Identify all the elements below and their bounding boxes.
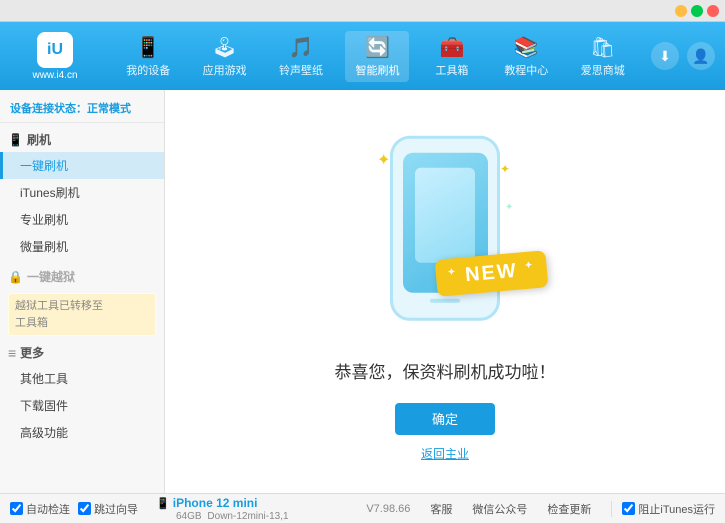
apps-games-icon: 🕹 [212,35,237,60]
jailbreak-lock-icon: 🔒 [8,270,23,284]
device-info: 📱 iPhone 12 mini 64GB Down-12mini-13,1 [156,496,289,522]
service-link[interactable]: 客服 [430,501,452,517]
nav-toolbox[interactable]: 🧰 工具箱 [422,31,482,82]
nav-tutorials[interactable]: 📚 教程中心 [494,31,558,82]
nav-apps-games[interactable]: 🕹 应用游戏 [193,31,257,82]
nav-apps-games-label: 应用游戏 [203,62,247,78]
skip-wizard-input[interactable] [78,502,91,515]
device-storage: 64GB [176,511,202,522]
close-button[interactable] [707,5,719,17]
smart-flash-icon: 🔄 [365,35,390,60]
sidebar-item-advanced[interactable]: 高级功能 [0,419,164,446]
nav-ringtones-label: 铃声壁纸 [279,62,323,78]
update-link[interactable]: 检查更新 [547,501,591,517]
skip-wizard-label: 跳过向导 [94,501,138,517]
nav-my-device[interactable]: 📱 我的设备 [116,31,180,82]
new-badge-star-left: ✦ [447,266,457,277]
nav-tutorials-label: 教程中心 [504,62,548,78]
nav-my-device-label: 我的设备 [126,62,170,78]
device-status: 设备连接状态：正常模式 [0,94,164,123]
status-value: 正常模式 [87,103,131,115]
sidebar-section-jailbreak: 🔒 一键越狱 [0,264,164,289]
sidebar-section-more: ≡ 更多 [0,340,164,365]
flash-section-title: 刷机 [27,131,51,148]
sidebar-item-micro-flash[interactable]: 微量刷机 [0,233,164,260]
illustration: ✦ ✦ ✦ ✦ NEW ✦ [335,122,555,342]
sidebar-item-pro-flash[interactable]: 专业刷机 [0,206,164,233]
status-prefix: 设备连接状态： [10,103,87,115]
mall-icon: 🛍 [590,35,615,60]
maximize-button[interactable] [691,5,703,17]
logo-area: iU www.i4.cn [10,32,100,81]
nav-mall-label: 爱思商城 [581,62,625,78]
nav-ringtones[interactable]: 🎵 铃声壁纸 [269,31,333,82]
device-name: iPhone 12 mini [173,496,258,510]
nav-toolbox-label: 工具箱 [435,62,468,78]
toolbox-icon: 🧰 [439,35,464,60]
sidebar-item-download-firmware[interactable]: 下载固件 [0,392,164,419]
nav-smart-flash-label: 智能刷机 [355,62,399,78]
auto-connect-label: 自动检连 [26,501,70,517]
phone-screen-inner [415,168,475,263]
user-button[interactable]: 👤 [687,42,715,70]
ringtones-icon: 🎵 [289,35,314,60]
device-model: Down-12mini-13,1 [205,511,289,522]
jailbreak-section-title: 一键越狱 [27,268,75,285]
more-section-title: 更多 [20,344,44,361]
auto-connect-checkbox[interactable]: 自动检连 [10,501,70,517]
nav-mall[interactable]: 🛍 爱思商城 [571,31,635,82]
sparkle-2: ✦ [500,162,510,176]
back-link[interactable]: 返回主业 [421,445,469,462]
sparkle-3: ✦ [505,202,513,213]
bottom-left: 自动检连 跳过向导 📱 iPhone 12 mini 64GB Down-12m… [10,496,366,522]
phone-home-button [430,299,460,303]
wechat-link[interactable]: 微信公众号 [472,501,527,517]
minimize-button[interactable] [675,5,687,17]
content-area: ✦ ✦ ✦ ✦ NEW ✦ 恭喜您，保资料刷机成功啦！ 确定 返回主业 [165,90,725,493]
success-message: 恭喜您，保资料刷机成功啦！ [335,358,556,383]
new-badge-star-right: ✦ [524,259,534,270]
sparkle-1: ✦ [377,150,390,170]
new-badge-text: NEW [464,259,518,286]
sidebar: 设备连接状态：正常模式 📱 刷机 一键刷机 iTunes刷机 专业刷机 微量刷机… [0,90,165,493]
more-section-icon: ≡ [8,345,16,361]
version-label: V7.98.66 [366,503,410,515]
sidebar-item-other-tools[interactable]: 其他工具 [0,365,164,392]
itunes-status: 阻止iTunes运行 [611,501,715,517]
header: iU www.i4.cn 📱 我的设备 🕹 应用游戏 🎵 铃声壁纸 🔄 智能刷机… [0,22,725,90]
bottom-right: V7.98.66 客服 微信公众号 检查更新 阻止iTunes运行 [366,501,715,517]
download-button[interactable]: ⬇ [651,42,679,70]
sidebar-item-itunes-flash[interactable]: iTunes刷机 [0,179,164,206]
sidebar-section-flash: 📱 刷机 [0,127,164,152]
title-bar [0,0,725,22]
main-layout: 设备连接状态：正常模式 📱 刷机 一键刷机 iTunes刷机 专业刷机 微量刷机… [0,90,725,493]
flash-section-icon: 📱 [8,133,23,147]
logo-text: www.i4.cn [32,70,77,81]
itunes-label: 阻止iTunes运行 [638,501,715,517]
itunes-checkbox[interactable] [622,502,635,515]
bottom-bar: 自动检连 跳过向导 📱 iPhone 12 mini 64GB Down-12m… [0,493,725,523]
jailbreak-note: 越狱工具已转移至工具箱 [8,293,156,336]
device-phone-icon: 📱 [156,498,170,510]
logo-icon: iU [37,32,73,68]
nav-items: 📱 我的设备 🕹 应用游戏 🎵 铃声壁纸 🔄 智能刷机 🧰 工具箱 📚 教程中心… [110,31,641,82]
sidebar-item-one-key-flash[interactable]: 一键刷机 [0,152,164,179]
my-device-icon: 📱 [136,35,161,60]
auto-connect-input[interactable] [10,502,23,515]
tutorials-icon: 📚 [514,35,539,60]
skip-wizard-checkbox[interactable]: 跳过向导 [78,501,138,517]
nav-smart-flash[interactable]: 🔄 智能刷机 [345,31,409,82]
header-right: ⬇ 👤 [651,42,715,70]
confirm-button[interactable]: 确定 [395,403,495,435]
